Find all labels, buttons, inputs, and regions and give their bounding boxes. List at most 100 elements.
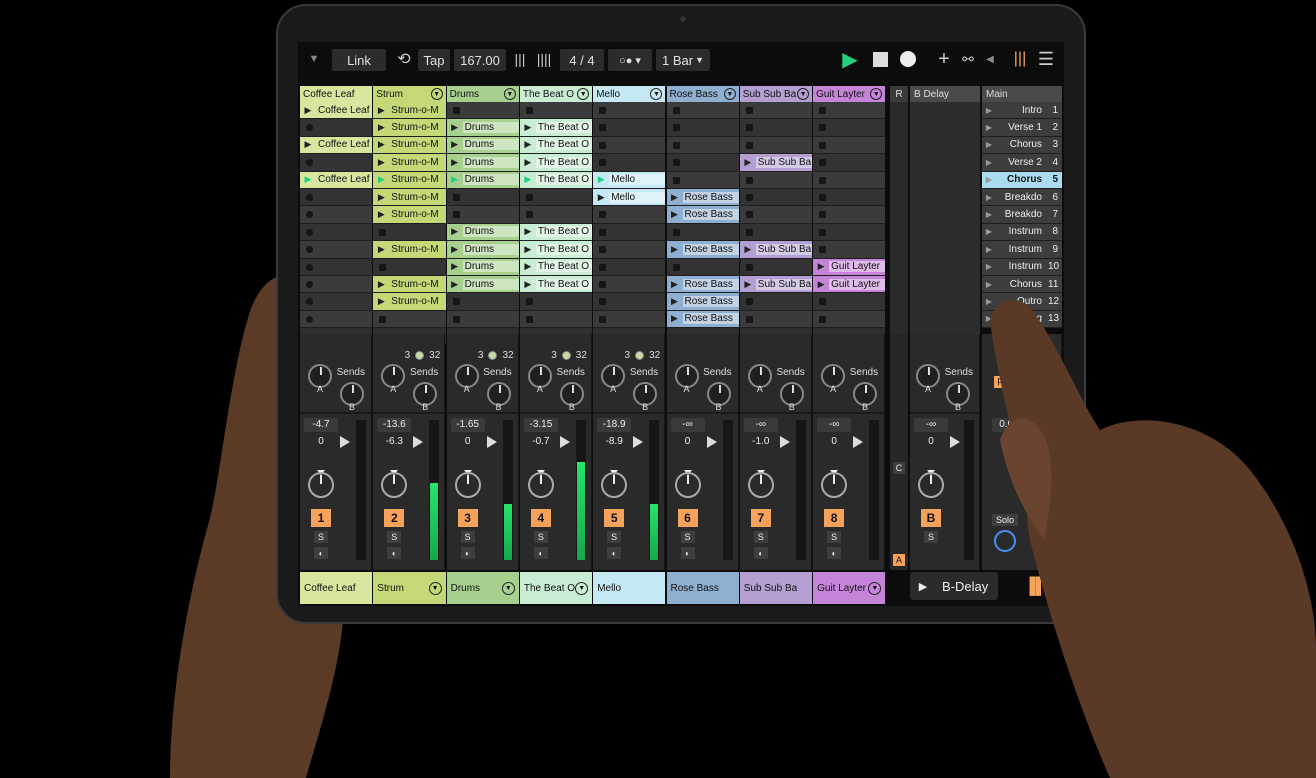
clip-play-icon[interactable]: ▶ bbox=[667, 209, 683, 220]
record-slot-icon[interactable] bbox=[306, 193, 313, 201]
clip-slot[interactable] bbox=[300, 206, 373, 224]
clip[interactable]: ▶ Coffee Leaf bbox=[300, 136, 373, 154]
clip-play-icon[interactable]: ▶ bbox=[373, 209, 389, 220]
scene-row[interactable]: ▶ Breakdo 6 bbox=[982, 188, 1062, 207]
clip-play-icon[interactable]: ▶ bbox=[373, 174, 389, 185]
clip-play-icon[interactable]: ▶ bbox=[520, 279, 536, 290]
clip[interactable]: ▶ Guit Layter bbox=[813, 258, 886, 275]
clip-slot[interactable]: ▶ Drums bbox=[446, 275, 519, 294]
stop-slot-icon[interactable] bbox=[525, 107, 533, 114]
clip-play-icon[interactable]: ▶ bbox=[300, 174, 316, 185]
return-track-tab[interactable]: ▶ B-Delay bbox=[910, 572, 998, 600]
clip-slot[interactable] bbox=[300, 223, 373, 242]
clip-play-icon[interactable]: ▶ bbox=[447, 261, 463, 272]
clip-slot[interactable] bbox=[593, 154, 666, 172]
clip-slot[interactable] bbox=[593, 136, 666, 155]
stop-slot-icon[interactable] bbox=[599, 141, 607, 149]
bottom-track-tab[interactable]: Rose Bass bbox=[666, 572, 739, 604]
clip[interactable]: ▶ The Beat O bbox=[519, 171, 593, 188]
clip[interactable]: ▶ Drums bbox=[446, 258, 519, 275]
time-signature-field[interactable]: 4 / 4 bbox=[560, 49, 604, 71]
stop-slot-icon[interactable] bbox=[672, 124, 680, 132]
clip-slot[interactable]: ▶ The Beat O bbox=[519, 258, 593, 276]
volume-readout[interactable]: -4.7 bbox=[304, 418, 338, 432]
track-activator-button[interactable]: 5 bbox=[604, 509, 625, 527]
clip-slot[interactable] bbox=[373, 258, 446, 276]
tempo-field[interactable]: 167.00 bbox=[454, 49, 506, 71]
clip[interactable]: ▶ Drums bbox=[446, 275, 519, 293]
clip-slot[interactable]: ▶ Rose Bass bbox=[666, 293, 739, 311]
clip[interactable]: ▶ Rose Bass bbox=[666, 310, 739, 328]
track-header[interactable]: The Beat O ▼ bbox=[519, 86, 593, 102]
clip-slot[interactable] bbox=[300, 275, 373, 294]
clip-play-icon[interactable]: ▶ bbox=[300, 139, 316, 150]
clip-slot[interactable]: ▶ Strum-o-M bbox=[373, 188, 446, 207]
stop-slot-icon[interactable] bbox=[819, 228, 827, 236]
track-activator-button[interactable]: 4 bbox=[530, 509, 551, 527]
metronome-button[interactable]: ○● ▾ bbox=[608, 49, 652, 71]
clip-play-icon[interactable]: ▶ bbox=[373, 192, 389, 203]
stop-slot-icon[interactable] bbox=[819, 193, 827, 201]
stop-slot-icon[interactable] bbox=[525, 211, 533, 219]
volume-readout[interactable]: -∞ bbox=[743, 418, 778, 432]
clip[interactable]: ▶ Drums bbox=[446, 119, 519, 136]
track-activator-button[interactable]: 3 bbox=[457, 509, 478, 527]
clip-play-icon[interactable]: ▶ bbox=[447, 174, 463, 185]
clip-slot[interactable] bbox=[813, 188, 886, 207]
clip-play-icon[interactable]: ▶ bbox=[520, 244, 536, 255]
stop-slot-icon[interactable] bbox=[672, 228, 680, 236]
nudge-up-icon[interactable]: |||| bbox=[532, 47, 556, 71]
clip[interactable]: ▶ Sub Sub Ba bbox=[739, 241, 813, 258]
clip-slot[interactable]: ▶ Coffee Leaf bbox=[300, 102, 373, 120]
clip-slot[interactable] bbox=[593, 223, 666, 242]
stop-slot-icon[interactable] bbox=[452, 193, 460, 201]
stop-slot-icon[interactable] bbox=[745, 315, 753, 323]
stop-slot-icon[interactable] bbox=[672, 159, 680, 167]
clip-play-icon[interactable]: ▶ bbox=[373, 122, 389, 133]
stop-slot-icon[interactable] bbox=[599, 107, 607, 114]
fader-handle-icon[interactable] bbox=[413, 436, 424, 448]
record-icon[interactable] bbox=[896, 47, 920, 71]
clip-slot[interactable] bbox=[593, 119, 666, 137]
fader-handle-icon[interactable] bbox=[340, 436, 350, 448]
clip-slot[interactable] bbox=[813, 310, 886, 329]
stop-slot-icon[interactable] bbox=[379, 228, 387, 236]
clip[interactable]: ▶ Rose Bass bbox=[666, 293, 739, 310]
clip[interactable]: ▶ The Beat O bbox=[519, 136, 593, 154]
clip-slot[interactable] bbox=[593, 310, 666, 329]
clip-slot[interactable]: ▶ Drums bbox=[446, 258, 519, 276]
volume-readout[interactable]: -∞ bbox=[817, 418, 852, 432]
track-dropdown-icon[interactable]: ▼ bbox=[797, 88, 810, 100]
clip-slot[interactable]: ▶ Guit Layter bbox=[813, 275, 886, 294]
clip-play-icon[interactable]: ▶ bbox=[667, 296, 683, 307]
clip-play-icon[interactable]: ▶ bbox=[373, 244, 389, 255]
clip[interactable]: ▶ The Beat O bbox=[519, 241, 593, 258]
clip-play-icon[interactable]: ▶ bbox=[447, 122, 463, 133]
scene-row[interactable]: ▶ Chorus 3 bbox=[982, 136, 1062, 155]
clip-slot[interactable]: ▶ Rose Bass bbox=[666, 310, 739, 329]
return-fader-handle-icon[interactable] bbox=[950, 436, 960, 448]
solo-button[interactable]: S bbox=[533, 531, 548, 543]
clip-slot[interactable] bbox=[373, 310, 446, 329]
stop-slot-icon[interactable] bbox=[819, 298, 827, 306]
clip-slot[interactable] bbox=[813, 206, 886, 224]
clip-slot[interactable] bbox=[739, 102, 813, 120]
clip-slot[interactable]: ▶ Strum-o-M bbox=[373, 102, 446, 120]
volume-readout[interactable]: -1.65 bbox=[450, 418, 485, 432]
pan-knob[interactable] bbox=[454, 472, 481, 498]
clip-slot[interactable] bbox=[446, 310, 519, 329]
monitor-icon[interactable]: ◐ bbox=[607, 547, 622, 559]
clip-slot[interactable] bbox=[739, 136, 813, 155]
clip[interactable]: ▶ The Beat O bbox=[519, 119, 593, 136]
stop-slot-icon[interactable] bbox=[599, 280, 607, 288]
clip-slot[interactable] bbox=[813, 136, 886, 155]
monitor-icon[interactable]: ◐ bbox=[753, 547, 768, 559]
scene-row[interactable]: ▶ Intro 1 bbox=[982, 102, 1062, 120]
stop-slot-icon[interactable] bbox=[599, 124, 607, 132]
menu-icon[interactable]: ☰ bbox=[1034, 47, 1058, 71]
clip-slot[interactable] bbox=[446, 293, 519, 311]
clip-slot[interactable] bbox=[813, 293, 886, 311]
clip-slot[interactable]: ▶ Sub Sub Ba bbox=[739, 154, 813, 172]
clip[interactable]: ▶ The Beat O bbox=[519, 258, 593, 275]
stop-slot-icon[interactable] bbox=[525, 298, 533, 306]
